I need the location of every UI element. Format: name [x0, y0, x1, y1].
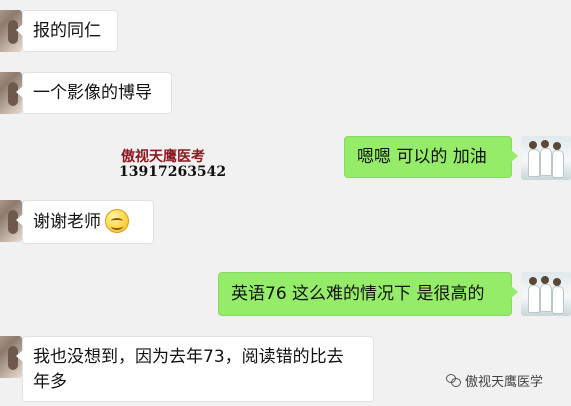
message-bubble[interactable]: 英语76 这么难的情况下 是很高的: [218, 272, 518, 316]
brand-mark: 傲视天鹰医学: [445, 370, 543, 390]
watermark-phone: 13917263542: [119, 164, 227, 180]
message-text: 谢谢老师: [33, 212, 101, 232]
sender-avatar[interactable]: [521, 272, 571, 316]
message-text: 嗯嗯 可以的 加油: [357, 147, 487, 167]
message-bubble[interactable]: 我也没想到，因为去年73，阅读错的比去 年多: [16, 336, 374, 402]
message-text: 英语76 这么难的情况下 是很高的: [231, 284, 485, 304]
wechat-icon: [445, 372, 461, 388]
message-bubble[interactable]: 嗯嗯 可以的 加油: [344, 136, 518, 178]
watermark-title: 傲视天鹰医考: [121, 149, 205, 165]
message-bubble[interactable]: 报的同仁: [16, 10, 118, 52]
smile-emoji-icon: [105, 209, 129, 233]
message-text: 一个影像的博导: [33, 83, 152, 103]
message-text-line: 我也没想到，因为去年73，阅读错的比去: [33, 347, 344, 367]
sender-avatar[interactable]: [521, 136, 571, 180]
message-bubble[interactable]: 谢谢老师: [16, 200, 154, 244]
chat-window: 报的同仁 一个影像的博导 傲视天鹰医考 13917263542 嗯嗯 可以的 加…: [0, 0, 571, 406]
message-text: 报的同仁: [33, 21, 101, 41]
message-text-line: 年多: [33, 372, 67, 392]
brand-label: 傲视天鹰医学: [465, 374, 544, 390]
message-bubble[interactable]: 一个影像的博导: [16, 72, 172, 114]
